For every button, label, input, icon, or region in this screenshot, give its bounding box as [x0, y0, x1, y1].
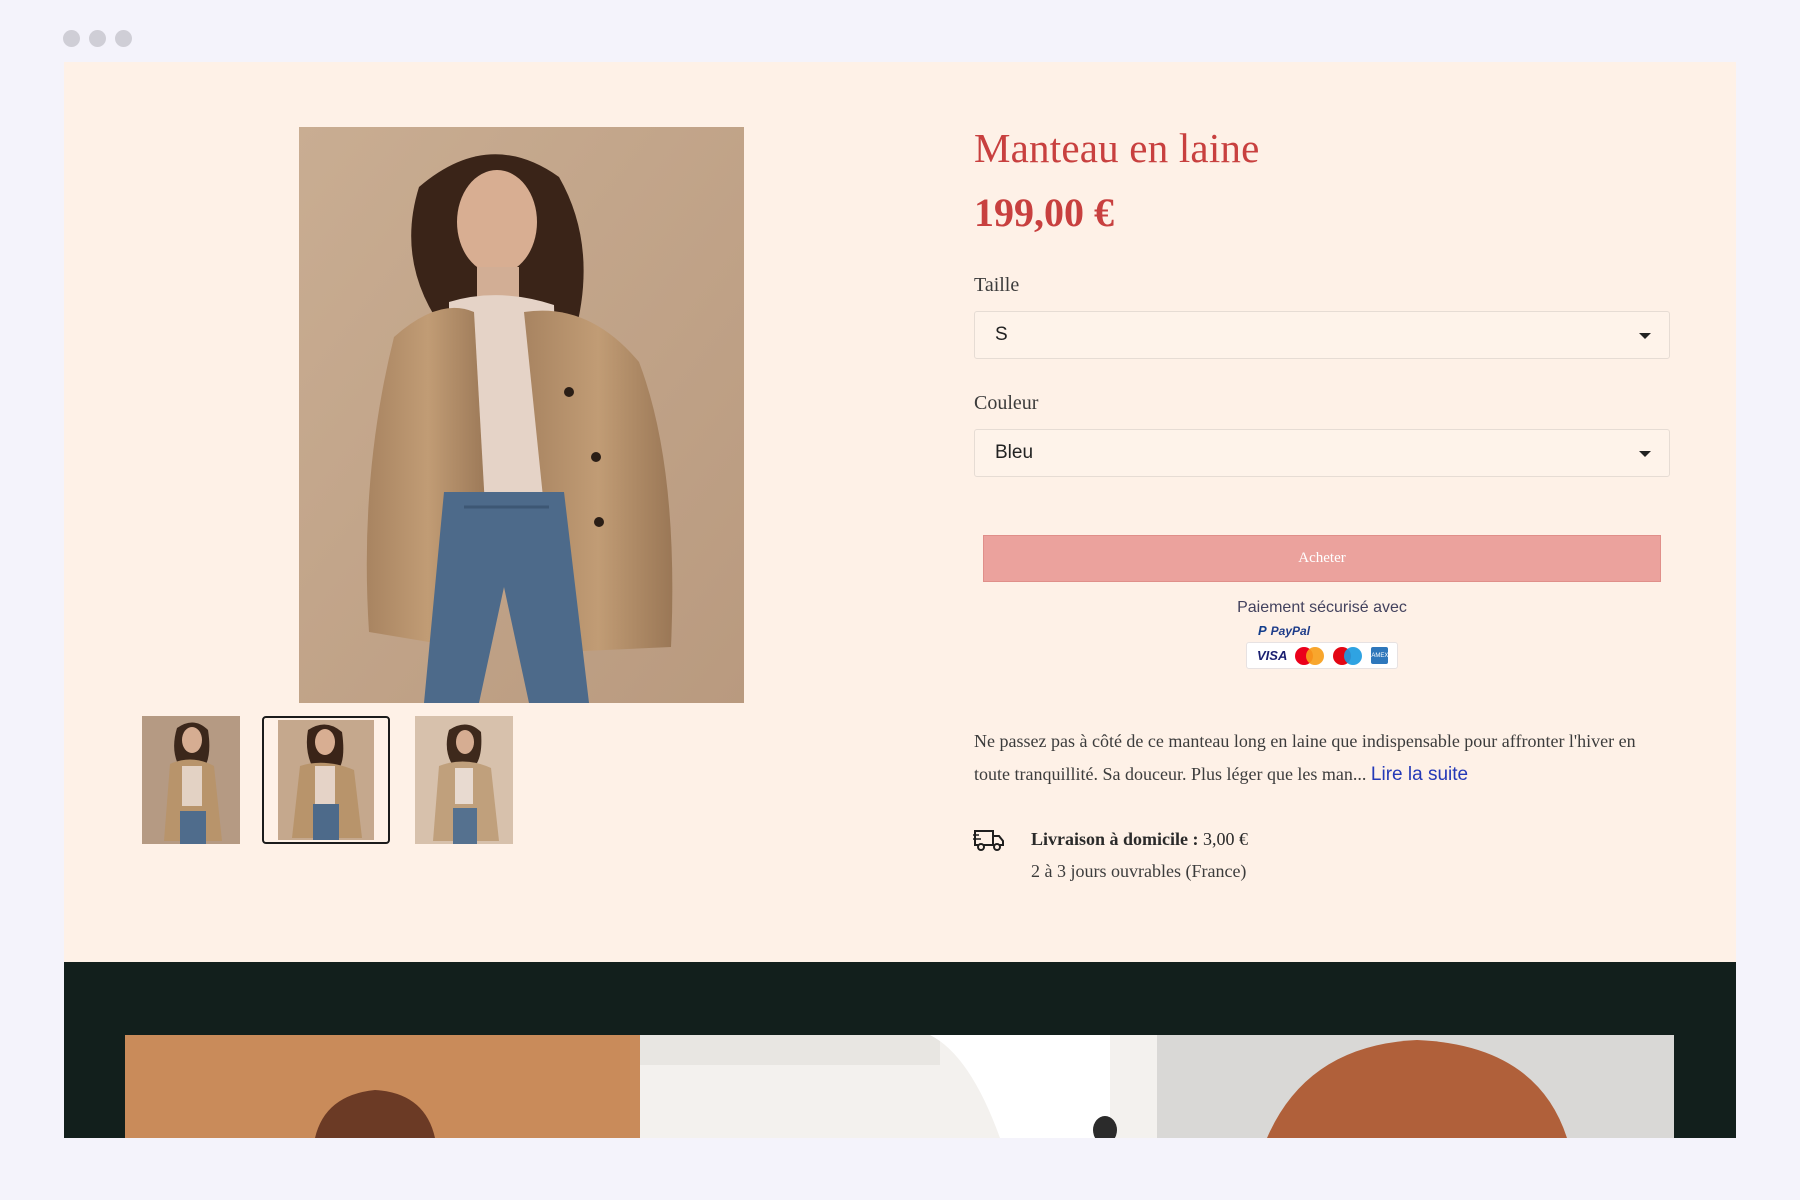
featured-image[interactable] — [640, 1035, 1157, 1138]
product-panel: Manteau en laine 199,00 € Taille S Coule… — [64, 62, 1736, 962]
window-dot[interactable] — [115, 30, 132, 47]
chevron-down-icon — [1639, 333, 1651, 339]
featured-image[interactable] — [1157, 1035, 1674, 1138]
window-controls — [63, 30, 132, 47]
color-select-value: Bleu — [995, 442, 1034, 463]
chevron-down-icon — [1639, 451, 1651, 457]
maestro-icon — [1333, 646, 1363, 666]
shipping-price: 3,00 € — [1203, 829, 1248, 849]
window-dot[interactable] — [63, 30, 80, 47]
size-select[interactable]: S — [974, 311, 1670, 359]
product-title: Manteau en laine — [974, 125, 1260, 171]
payment-methods: P PayPal VISA AMEX — [1246, 621, 1398, 669]
product-price: 199,00 € — [974, 190, 1114, 235]
featured-image[interactable] — [125, 1035, 640, 1138]
description-text: Ne passez pas à côté de ce manteau long … — [974, 731, 1636, 784]
size-select-value: S — [995, 324, 1008, 345]
secure-payment-text: Paiement sécurisé avec — [1237, 599, 1407, 616]
featured-section — [64, 962, 1736, 1138]
buy-button[interactable]: Acheter — [983, 535, 1661, 582]
card-logos: VISA AMEX — [1246, 642, 1398, 669]
gallery-thumbnail[interactable] — [415, 716, 513, 844]
paypal-icon: P — [1258, 623, 1267, 638]
window-dot[interactable] — [89, 30, 106, 47]
shipping-label: Livraison à domicile : — [1031, 829, 1199, 849]
shipping-title: Livraison à domicile : 3,00 € — [1031, 829, 1248, 850]
read-more-link[interactable]: Lire la suite — [1371, 764, 1468, 785]
color-select[interactable]: Bleu — [974, 429, 1670, 477]
mastercard-icon — [1295, 646, 1325, 666]
gallery-thumbnail[interactable] — [142, 716, 240, 844]
gallery-thumbnail-selected[interactable] — [262, 716, 390, 844]
product-description: Ne passez pas à côté de ce manteau long … — [974, 725, 1674, 791]
visa-logo: VISA — [1257, 648, 1288, 663]
product-main-image — [299, 127, 744, 703]
delivery-truck-icon — [973, 830, 1004, 851]
size-label: Taille — [974, 274, 1020, 296]
paypal-logo: P PayPal — [1258, 623, 1311, 638]
shipping-delay: 2 à 3 jours ouvrables (France) — [1031, 861, 1247, 881]
amex-logo: AMEX — [1371, 647, 1388, 664]
color-label: Couleur — [974, 392, 1039, 414]
